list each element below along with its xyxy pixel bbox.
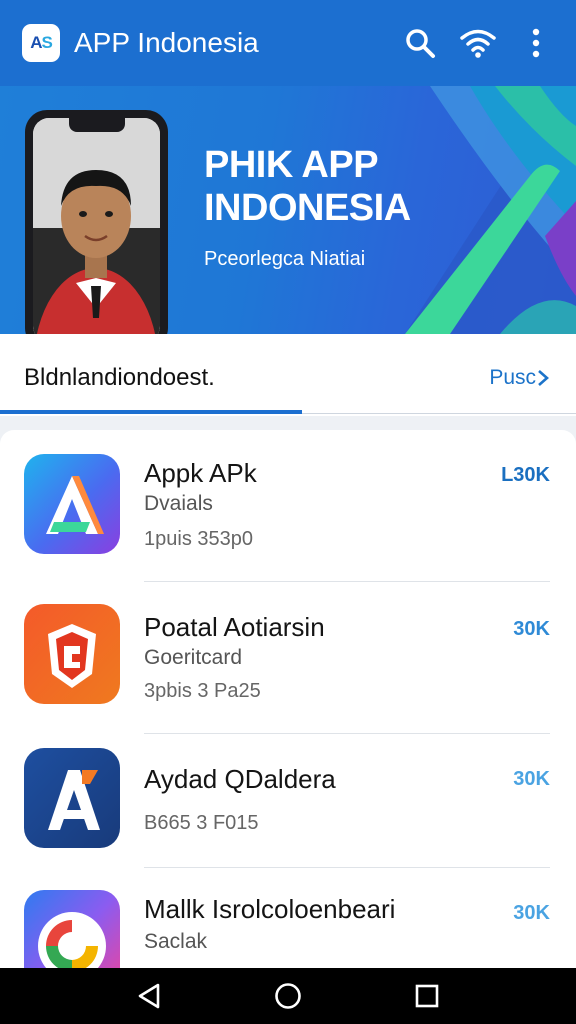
app-logo: AS <box>22 24 60 62</box>
banner-headline-line1: PHIK APP <box>204 144 379 186</box>
app-size[interactable]: L30K <box>501 464 550 487</box>
app-name: Mallk Isrolcoloenbeari <box>144 894 396 924</box>
app-list: Appk APk Dvaials 1puis 353p0 L30K Poatal… <box>0 430 576 968</box>
app-developer: Dvaials <box>144 492 213 515</box>
more-vert-icon[interactable] <box>514 21 558 65</box>
app-size[interactable]: 30K <box>513 768 550 791</box>
banner-headline-line2: INDONESIA <box>204 187 411 229</box>
app-meta: 3pbis 3 Pa25 <box>144 680 261 702</box>
home-icon[interactable] <box>268 976 308 1016</box>
logo-letter-s: S <box>41 33 52 52</box>
person-portrait <box>33 118 160 334</box>
app-name: Aydad QDaldera <box>144 764 336 794</box>
chevron-right-icon <box>538 370 549 386</box>
phone-screen <box>33 118 160 334</box>
app-meta: B665 3 F015 <box>144 812 259 834</box>
phone-notch <box>68 118 125 132</box>
app-name: Poatal Aotiarsin <box>144 612 325 642</box>
app-bar: AS APP Indonesia <box>0 0 576 86</box>
app-developer: Saclak <box>144 930 208 953</box>
see-more-link[interactable]: Pusc <box>489 366 550 390</box>
logo-letter-a: A <box>30 33 42 52</box>
list-item[interactable]: Aydad QDaldera B665 3 F015 30K <box>0 734 576 868</box>
app-size[interactable]: 30K <box>513 902 550 925</box>
banner-subline: Pceorlegca Niatiai <box>204 248 366 270</box>
app-size[interactable]: 30K <box>513 618 550 641</box>
system-nav-bar <box>0 968 576 1024</box>
see-more-label: Pusc <box>489 366 536 389</box>
app-developer: Goeritcard <box>144 646 243 669</box>
wifi-icon[interactable] <box>456 21 500 65</box>
list-item[interactable]: Poatal Aotiarsin Goeritcard 3pbis 3 Pa25… <box>0 582 576 734</box>
app-icon-mallk <box>24 890 120 968</box>
app-icon-aydad <box>24 748 120 848</box>
promo-banner[interactable]: PHIK APP INDONESIA Pceorlegca Niatiai <box>0 86 576 334</box>
section-header: Bldnlandiondoest. Pusc <box>0 334 576 416</box>
search-icon[interactable] <box>398 21 442 65</box>
recents-icon[interactable] <box>407 976 447 1016</box>
app-title: APP Indonesia <box>74 27 259 58</box>
app-icon-appk <box>24 454 120 554</box>
banner-headline: PHIK APP INDONESIA <box>204 144 411 230</box>
app-list-area: Appk APk Dvaials 1puis 353p0 L30K Poatal… <box>0 416 576 968</box>
list-item[interactable]: Appk APk Dvaials 1puis 353p0 L30K <box>0 430 576 582</box>
app-name: Appk APk <box>144 458 257 488</box>
phone-mockup <box>25 110 168 334</box>
section-title: Bldnlandiondoest. <box>24 364 215 391</box>
app-icon-poatal <box>24 604 120 704</box>
tab-indicator <box>0 410 302 414</box>
list-item[interactable]: Mallk Isrolcoloenbeari Saclak 30K <box>0 868 576 968</box>
app-meta: 1puis 353p0 <box>144 528 253 550</box>
back-icon[interactable] <box>129 976 169 1016</box>
